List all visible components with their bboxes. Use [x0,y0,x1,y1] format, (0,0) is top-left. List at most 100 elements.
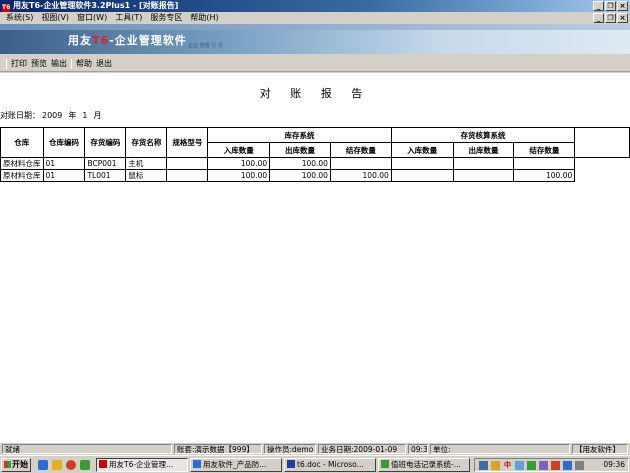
status-time: 09:36 [408,444,428,454]
col-cost-in: 入库数量 [390,142,454,158]
table-row[interactable]: 原材料仓库 01 BCP001 主机 100.00 100.00 [0,157,630,170]
tray-icon[interactable] [515,461,524,470]
cell-inv-out: 100.00 [269,157,331,170]
system-tray: 中 09:36 [474,458,629,472]
windows-flag-icon [4,461,11,468]
report-area: 对 账 报 告 对账日期： 2009 年 1 月 仓库 仓库编码 存货编码 存货名称 规… [0,73,630,442]
window-title: 用友T6-企业管理软件3.2Plus1 - [对账报告] [13,1,179,10]
menu-tools[interactable]: 工具(T) [111,12,146,24]
table-header-row: 仓库 仓库编码 存货编码 存货名称 规格型号 库存系统 存货核算系统 [0,127,630,158]
cell-cost-out [452,169,515,182]
menu-view[interactable]: 视图(V) [37,12,73,24]
date-label: 对账日期： [0,111,40,120]
cell-item-code: BCP001 [84,157,127,170]
tray-icon[interactable] [539,461,548,470]
cell-inv-in: 100.00 [207,169,271,182]
cell-item-name: 主机 [125,157,168,170]
tray-icon[interactable] [563,461,572,470]
cell-warehouse-code: 01 [42,169,86,182]
col-inv-in: 入库数量 [207,142,271,158]
col-inv-bal: 结存数量 [329,142,392,158]
cell-cost-out [452,157,515,170]
cell-inv-bal: 100.00 [329,169,392,182]
close-button[interactable]: × [617,1,628,11]
task-duty-phone[interactable]: 值班电话记录系统-... [378,458,470,472]
ie-quicklaunch-icon[interactable] [38,460,48,470]
menu-help[interactable]: 帮助(H) [186,12,222,24]
col-group-cost: 存货核算系统 [390,127,576,143]
status-account: 账套:演示数据【999】 [174,444,262,454]
month-unit: 月 [93,111,102,120]
folder-quicklaunch-icon[interactable] [52,460,62,470]
start-button[interactable]: 开始 [1,458,31,472]
toolbar-grip [6,58,7,69]
col-item-code: 存货编码 [84,127,127,158]
date-month: 1 [82,111,88,120]
desktop-quicklaunch-icon[interactable] [80,460,90,470]
volume-tray-icon[interactable] [575,461,584,470]
col-warehouse: 仓库 [0,127,44,158]
ime-tray-icon[interactable]: 中 [503,461,512,470]
col-cost-out: 出库数量 [452,142,515,158]
window-controls: _ ❐ × [593,1,628,11]
year-unit: 年 [68,111,77,120]
status-business-date: 业务日期:2009-01-09 [318,444,406,454]
status-unit: 单位: [430,444,570,454]
col-item-name: 存货名称 [125,127,168,158]
t6-task-icon [99,460,107,468]
cell-warehouse: 原材料仓库 [0,157,44,170]
tray-icon[interactable] [527,461,536,470]
ie-task-icon [193,460,201,468]
brand-slogan: 企业 管理 引 领 [188,43,223,49]
app-task-icon [381,460,389,468]
col-blank [574,127,630,158]
minimize-button[interactable]: _ [593,1,604,11]
word-task-icon [287,460,295,468]
cell-inv-in: 100.00 [207,157,271,170]
date-year: 2009 [42,111,63,120]
task-t6[interactable]: 用友T6-企业管理... [96,458,188,472]
status-bar: 就绪 账套:演示数据【999】 操作员:demo 业务日期:2009-01-09… [0,442,630,454]
preview-button[interactable]: 预览 [29,58,49,70]
brand-logo: 用友T6-企业管理软件 [68,34,187,47]
menu-service-zone[interactable]: 服务专区 [146,12,186,24]
cell-warehouse: 原材料仓库 [0,169,44,182]
col-inv-out: 出库数量 [269,142,331,158]
cell-blank [575,158,630,170]
tray-icon[interactable] [491,461,500,470]
cell-inv-out: 100.00 [269,169,331,182]
print-button[interactable]: 打印 [9,58,29,70]
cell-cost-in [390,157,454,170]
restore-button[interactable]: ❐ [605,1,616,11]
mdi-minimize-button[interactable]: _ [593,13,604,23]
cell-item-code: TL001 [84,169,127,182]
cell-cost-bal [513,157,576,170]
report-toolbar: 打印 预览 输出 帮助 退出 [0,56,630,72]
window-title-bar[interactable]: T6 用友T6-企业管理软件3.2Plus1 - [对账报告] _ ❐ × [0,0,630,12]
table-row[interactable]: 原材料仓库 01 TL001 鼠标 100.00 100.00 100.00 1… [0,169,630,182]
network-tray-icon[interactable] [479,461,488,470]
col-group-inventory: 库存系统 [207,127,392,143]
banner-stripe [0,24,630,30]
cell-spec [166,157,209,170]
menu-window[interactable]: 窗口(W) [73,12,111,24]
mdi-close-button[interactable]: × [617,13,628,23]
browser-quicklaunch-icon[interactable] [66,460,76,470]
task-anticounterfeit[interactable]: 用友软件_产品防... [190,458,282,472]
help-button[interactable]: 帮助 [74,58,94,70]
mdi-controls: _ ❐ × [593,13,628,23]
tray-icon[interactable] [551,461,560,470]
menu-system[interactable]: 系统(S) [2,12,37,24]
exit-button[interactable]: 退出 [94,58,114,70]
status-brand: 【用友软件】 [572,444,628,454]
clock[interactable]: 09:36 [603,459,625,471]
cell-item-name: 鼠标 [125,169,168,182]
status-ready: 就绪 [2,444,172,454]
export-button[interactable]: 输出 [49,58,69,70]
cell-inv-bal [329,157,392,170]
task-word-doc[interactable]: t6.doc - Microso... [284,458,376,472]
cell-cost-bal: 100.00 [513,169,576,182]
app-icon: T6 [2,4,11,12]
mdi-restore-button[interactable]: ❐ [605,13,616,23]
report-title: 对 账 报 告 [259,87,371,100]
